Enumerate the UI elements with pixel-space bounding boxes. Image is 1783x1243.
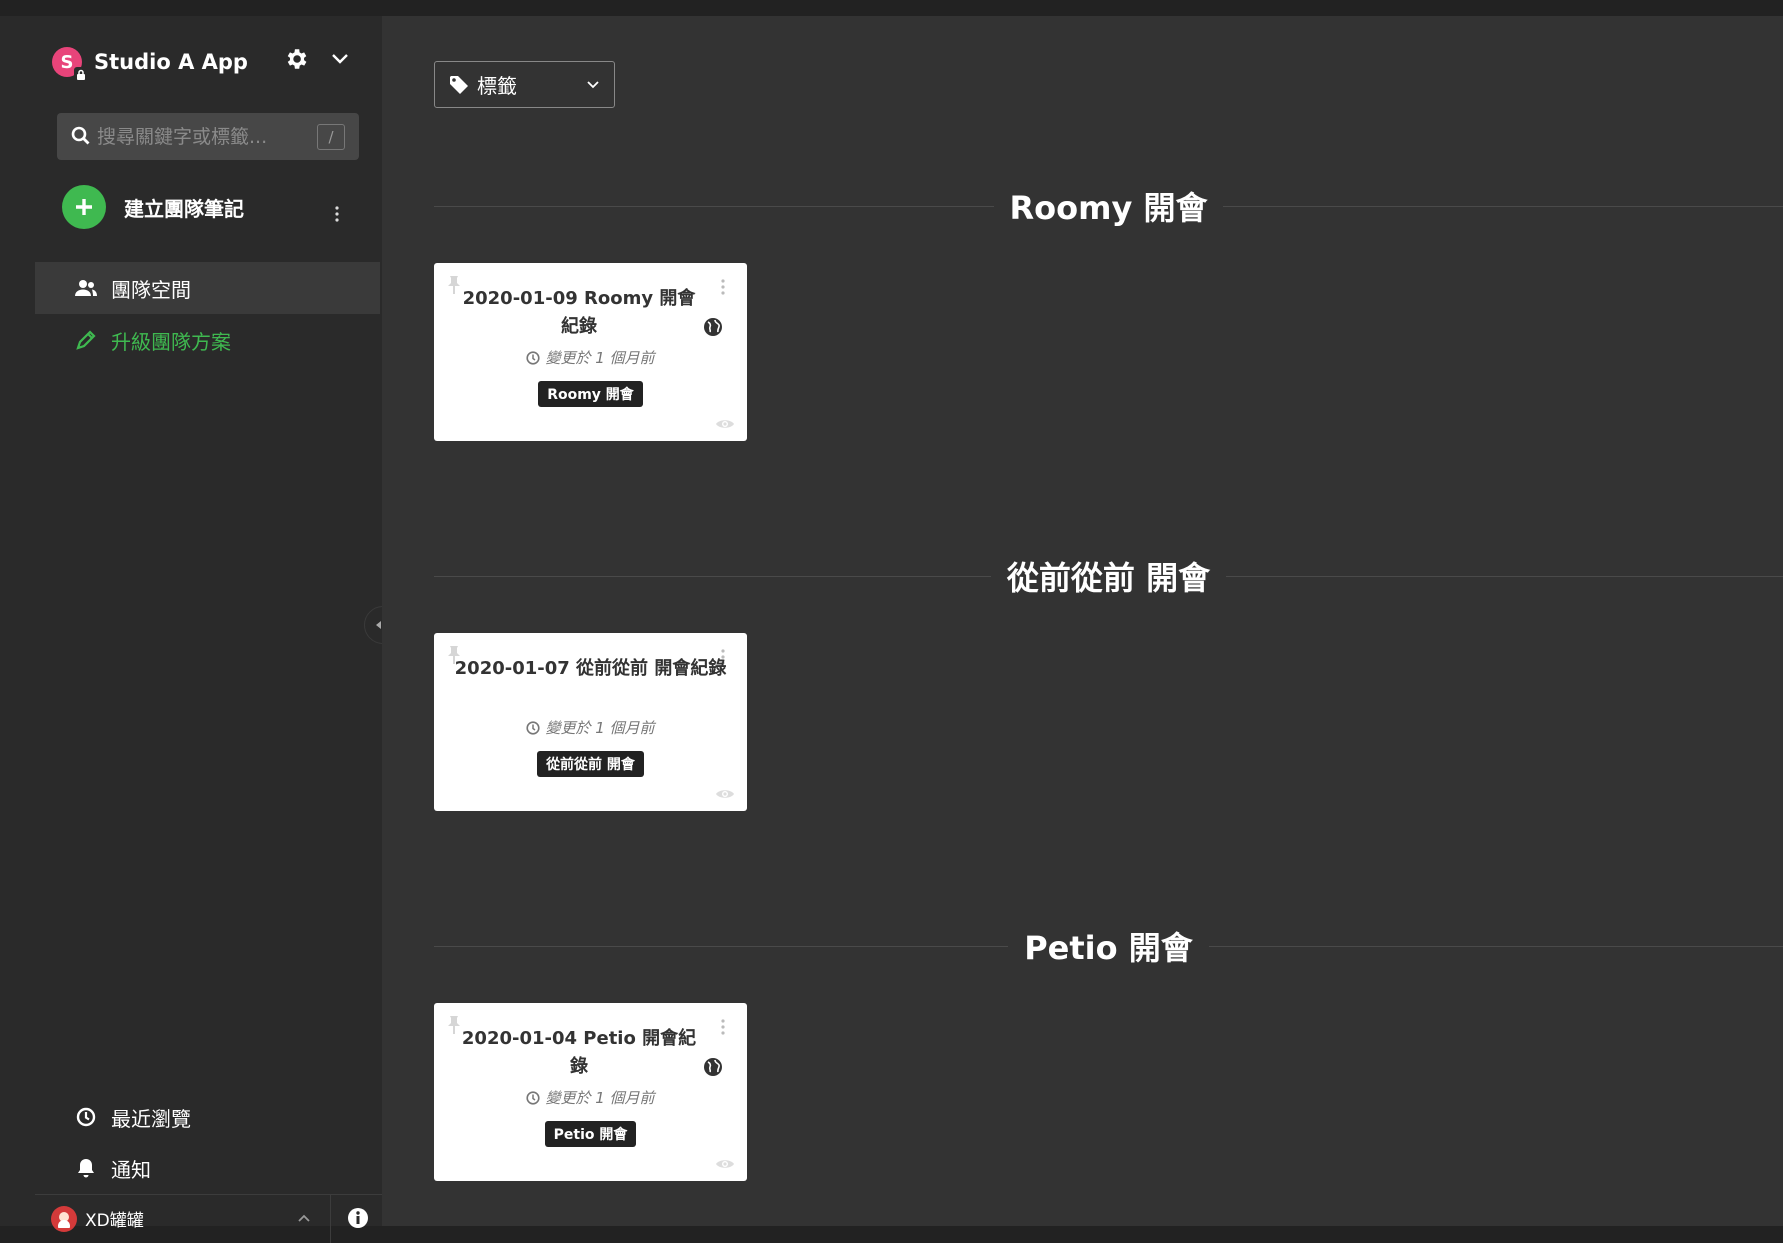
pencil-icon	[75, 329, 97, 351]
group-header: 從前從前 開會	[434, 551, 1783, 601]
note-card[interactable]: 2020-01-07 從前從前 開會紀錄 變更於 1 個月前 從前從前 開會	[434, 633, 747, 811]
group-header: Petio 開會	[434, 921, 1783, 971]
main-content: 標籤 Roomy 開會 2020-01-09 Roomy 開會紀錄 變更於 1 …	[382, 16, 1783, 1226]
note-title[interactable]: 2020-01-04 Petio 開會紀錄	[454, 1025, 704, 1081]
clock-icon	[75, 1106, 97, 1128]
chevron-down-icon[interactable]	[330, 52, 350, 66]
sidebar-item-team-space[interactable]: 團隊空間	[35, 262, 380, 314]
clock-icon	[526, 720, 541, 735]
sidebar-item-notifications[interactable]: 通知	[35, 1142, 380, 1194]
group-title: Roomy 開會	[993, 183, 1224, 229]
globe-icon	[704, 1058, 722, 1076]
plus-icon	[62, 185, 106, 229]
create-team-note-label: 建立團隊筆記	[124, 196, 244, 221]
clock-icon	[526, 350, 541, 365]
group-title: 從前從前 開會	[990, 553, 1227, 599]
brand-logo: S	[52, 47, 88, 81]
eye-icon	[716, 420, 734, 428]
search-shortcut-key: /	[317, 124, 345, 150]
chevron-down-icon	[587, 81, 599, 89]
note-tags: Petio 開會	[434, 1121, 747, 1147]
clock-icon	[526, 1090, 541, 1105]
sidebar-item-label: 團隊空間	[111, 277, 191, 302]
sidebar-item-recent[interactable]: 最近瀏覽	[35, 1091, 380, 1143]
note-modified: 變更於 1 個月前	[434, 717, 747, 738]
chevron-up-icon[interactable]	[297, 1212, 311, 1224]
note-modified-text: 變更於 1 個月前	[545, 719, 655, 737]
note-modified-text: 變更於 1 個月前	[545, 1089, 655, 1107]
more-vertical-icon[interactable]	[330, 204, 344, 224]
tag-filter-dropdown[interactable]: 標籤	[434, 61, 615, 108]
group-title: Petio 開會	[1008, 923, 1209, 969]
note-modified: 變更於 1 個月前	[434, 1087, 747, 1108]
search-icon	[71, 126, 90, 145]
gear-icon[interactable]	[283, 46, 309, 72]
user-menu[interactable]: XD罐罐	[35, 1194, 382, 1243]
bell-icon	[75, 1157, 97, 1179]
note-tag[interactable]: Roomy 開會	[538, 381, 643, 407]
note-tag[interactable]: 從前從前 開會	[537, 751, 644, 777]
avatar	[51, 1205, 77, 1232]
eye-icon	[716, 1160, 734, 1168]
note-title[interactable]: 2020-01-09 Roomy 開會紀錄	[454, 285, 704, 341]
sidebar-item-upgrade[interactable]: 升級團隊方案	[35, 314, 380, 366]
app-name: Studio A App	[94, 50, 248, 74]
create-team-note-button[interactable]: 建立團隊筆記	[62, 184, 352, 230]
more-vertical-icon[interactable]	[719, 277, 727, 297]
sidebar-item-label: 通知	[111, 1157, 151, 1182]
group-header: Roomy 開會	[434, 181, 1783, 231]
sidebar: S Studio A App / 建立團隊筆記 團隊空間	[0, 16, 382, 1243]
eye-icon	[716, 790, 734, 798]
note-title[interactable]: 2020-01-07 從前從前 開會紀錄	[454, 655, 727, 683]
users-icon	[75, 277, 97, 299]
search-input[interactable]	[97, 113, 317, 160]
team-switcher[interactable]: S Studio A App	[52, 44, 248, 81]
note-card[interactable]: 2020-01-04 Petio 開會紀錄 變更於 1 個月前 Petio 開會	[434, 1003, 747, 1181]
note-tag[interactable]: Petio 開會	[544, 1121, 637, 1147]
search-box: /	[57, 113, 359, 160]
lock-icon	[74, 67, 88, 81]
window-top-bar	[0, 0, 1783, 16]
sidebar-item-label: 最近瀏覽	[111, 1106, 191, 1131]
note-tags: Roomy 開會	[434, 381, 747, 407]
sidebar-item-label: 升級團隊方案	[111, 329, 231, 354]
more-vertical-icon[interactable]	[719, 1017, 727, 1037]
globe-icon	[704, 318, 722, 336]
divider	[330, 1195, 331, 1243]
note-tags: 從前從前 開會	[434, 751, 747, 777]
tag-icon	[450, 75, 468, 94]
brand-initial: S	[60, 51, 74, 73]
user-name: XD罐罐	[85, 1211, 144, 1231]
note-modified: 變更於 1 個月前	[434, 347, 747, 368]
note-modified-text: 變更於 1 個月前	[545, 349, 655, 367]
note-card[interactable]: 2020-01-09 Roomy 開會紀錄 變更於 1 個月前 Roomy 開會	[434, 263, 747, 441]
tag-filter-label: 標籤	[477, 74, 517, 98]
